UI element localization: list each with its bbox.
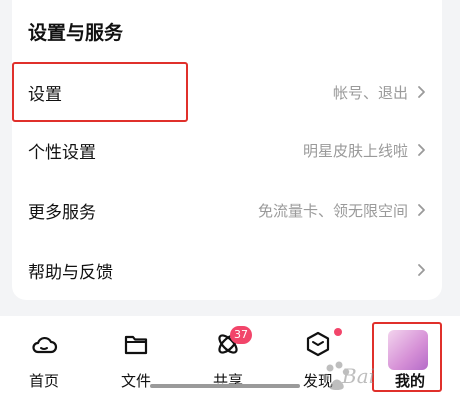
row-hint: 帐号、退出 (332, 83, 408, 102)
row-hint: 免流量卡、领无限空间 (257, 201, 408, 220)
row-label: 个性设置 (28, 142, 96, 163)
chevron-right-icon (418, 144, 425, 156)
tab-label: 首页 (28, 372, 59, 390)
settings-services-card: 设置与服务 设置 帐号、退出 个性设置 明星皮肤上线啦 更多服务 免流量卡、领无… (12, 0, 442, 300)
home-indicator[interactable] (150, 384, 300, 388)
row-label: 帮助与反馈 (28, 262, 113, 283)
tab-home[interactable]: 首页 (4, 316, 84, 400)
section-title: 设置与服务 (28, 22, 124, 44)
cloud-icon (32, 336, 58, 354)
settings-highlight-box (12, 62, 188, 122)
baidu-watermark: Bai (322, 356, 432, 396)
notification-badge: 37 (230, 326, 252, 344)
watermark-text: Bai (342, 364, 376, 388)
chevron-right-icon (418, 204, 425, 216)
row-hint: 明星皮肤上线啦 (302, 141, 408, 160)
chevron-right-icon (418, 264, 425, 276)
row-label: 更多服务 (28, 202, 96, 223)
notification-dot (334, 328, 342, 336)
help-feedback-row[interactable]: 帮助与反馈 (12, 240, 442, 300)
cube-icon (306, 331, 330, 357)
folder-icon (124, 335, 148, 355)
more-services-row[interactable]: 更多服务 免流量卡、领无限空间 (12, 180, 442, 240)
chevron-right-icon (418, 86, 425, 98)
personalize-row[interactable]: 个性设置 明星皮肤上线啦 (12, 120, 442, 180)
